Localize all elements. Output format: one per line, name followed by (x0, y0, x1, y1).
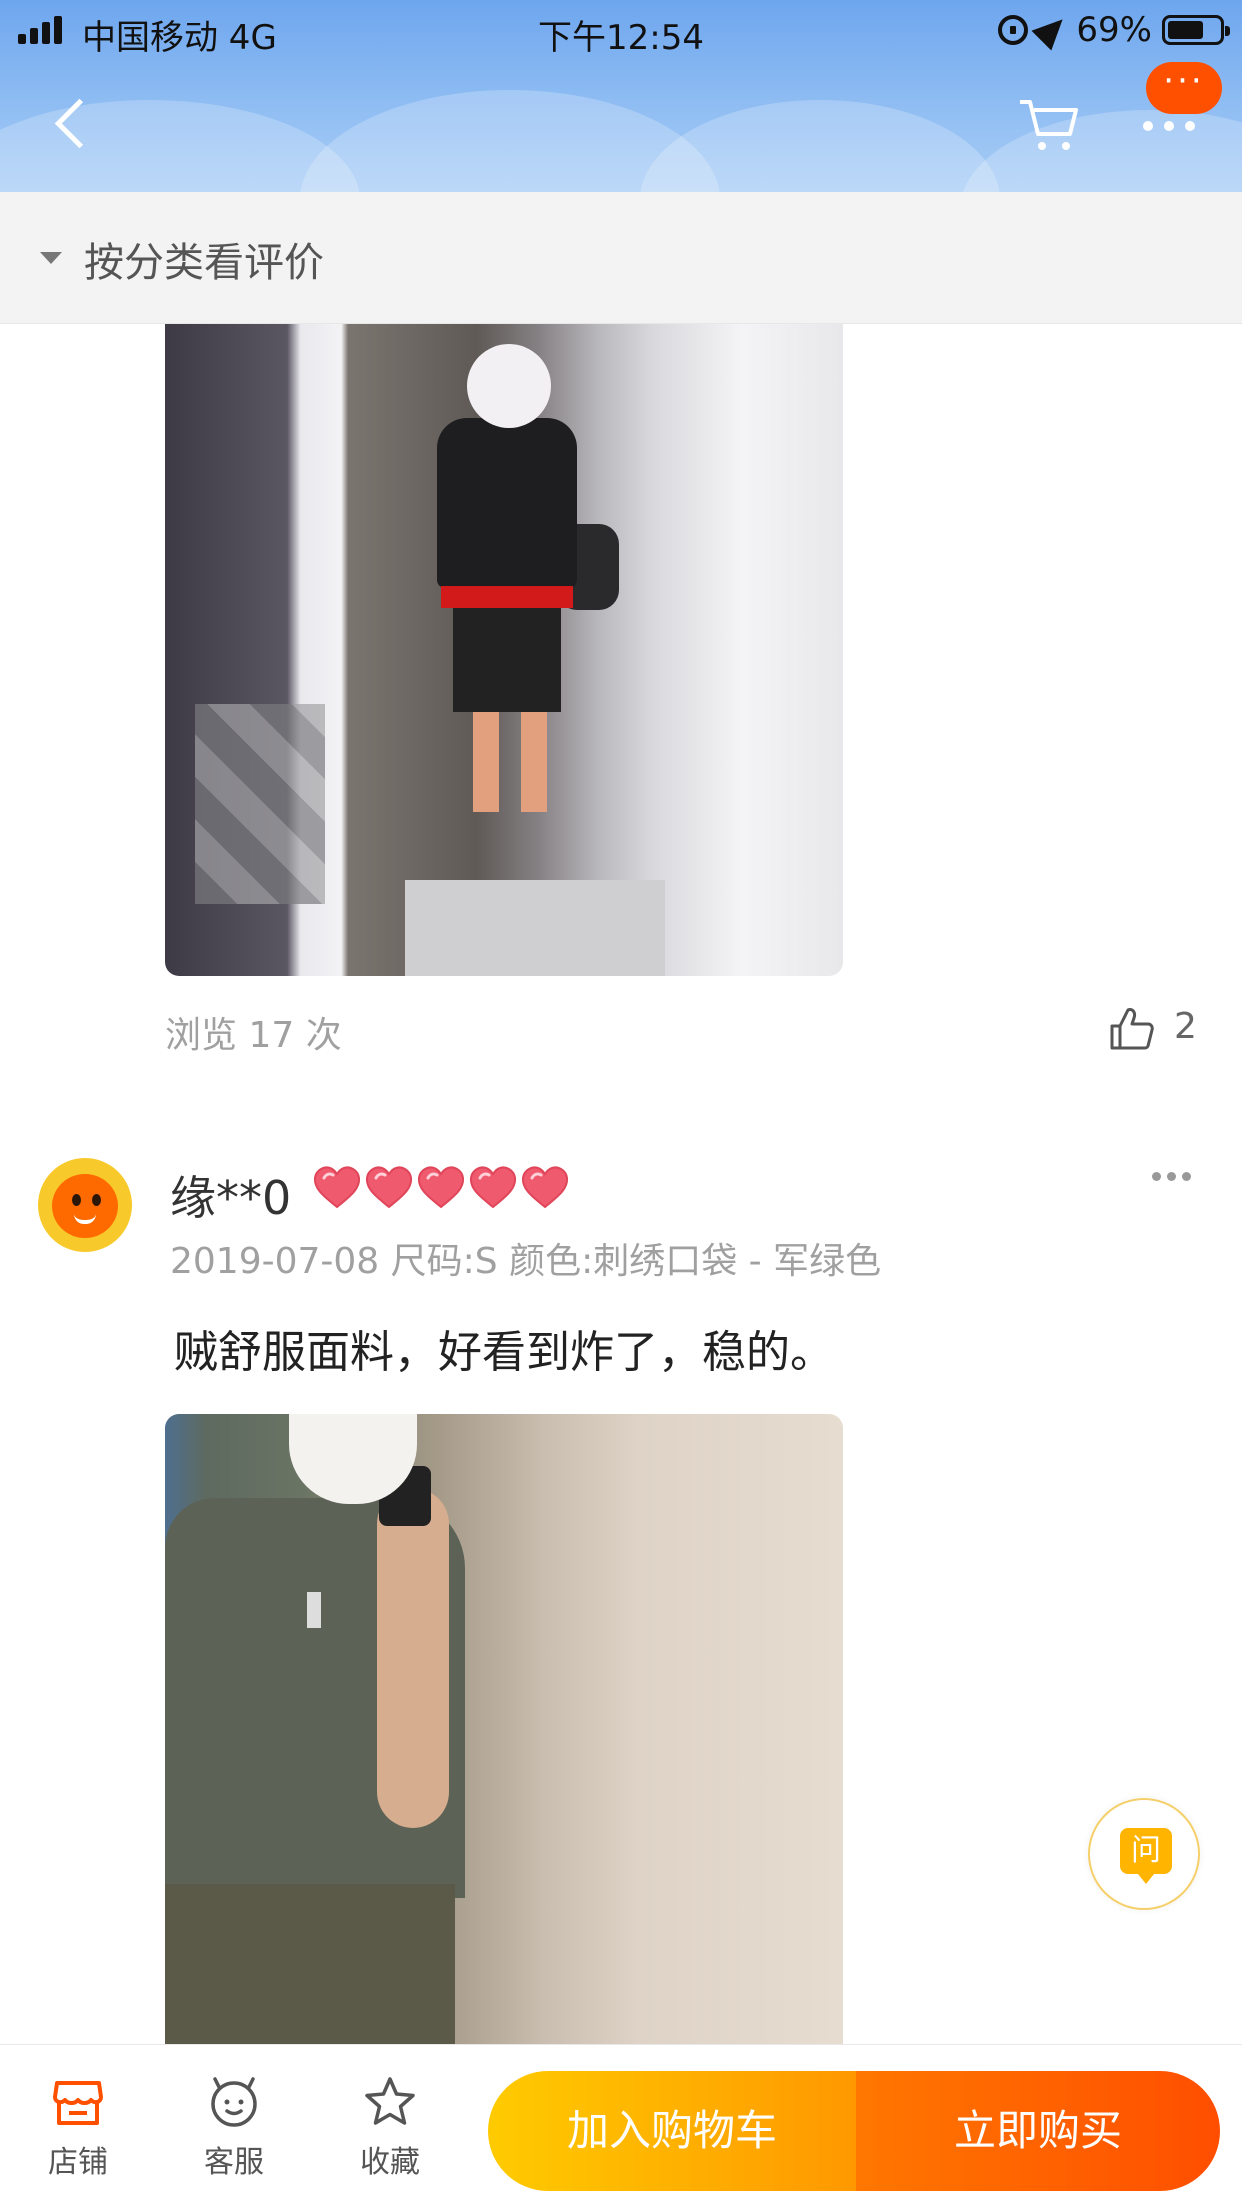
cart-icon[interactable] (1016, 92, 1082, 158)
tab-favorite[interactable]: 收藏 (330, 2075, 450, 2181)
customer-service-icon (211, 2077, 257, 2127)
avatar-eye (92, 1194, 101, 1206)
photo-necklace (307, 1592, 321, 1628)
thumbs-up-icon[interactable] (1108, 1004, 1154, 1052)
photo-leg (473, 712, 499, 812)
photo-person (437, 418, 577, 588)
reviewer-level-hearts (312, 1164, 570, 1210)
caret-down-icon (40, 252, 62, 264)
avatar-eye (72, 1194, 81, 1206)
location-icon (1031, 9, 1073, 51)
tab-shop[interactable]: 店铺 (18, 2075, 138, 2181)
photo-arm (377, 1488, 449, 1828)
top-bar: 中国移动 4G 下午12:54 69% (0, 0, 1242, 192)
cloud-decoration (640, 100, 1000, 192)
avatar[interactable] (38, 1158, 132, 1252)
heart-icon (469, 1166, 517, 1209)
avatar-face (52, 1174, 118, 1238)
ask-button[interactable]: 问 (1088, 1798, 1200, 1910)
add-to-cart-button[interactable]: 加入购物车 (488, 2071, 856, 2191)
reviewer-name: 缘**0 (170, 1171, 292, 1225)
review-photo[interactable] (165, 324, 843, 976)
battery-icon (1162, 15, 1230, 45)
tab-favorite-label: 收藏 (360, 2145, 420, 2180)
battery-percent: 69% (1076, 10, 1152, 50)
store-icon (53, 2081, 103, 2125)
tab-shop-label: 店铺 (48, 2145, 108, 2180)
review-text: 贼舒服面料，好看到炸了，稳的。 (174, 1327, 834, 1378)
tab-service[interactable]: 客服 (174, 2075, 294, 2181)
back-button[interactable] (48, 92, 98, 158)
bottom-bar: 店铺 客服 收藏 加入购物车 立即购买 (0, 2044, 1242, 2208)
photo-shorts (453, 608, 561, 712)
buy-now-button[interactable]: 立即购买 (856, 2071, 1220, 2191)
photo-blur-region (195, 704, 325, 904)
category-filter-bar[interactable]: 按分类看评价 (0, 192, 1242, 324)
heart-icon (365, 1166, 413, 1209)
photo-leg (521, 712, 547, 812)
more-badge[interactable]: ··· (1146, 62, 1222, 114)
photo-face-sticker (467, 344, 551, 428)
orientation-lock-icon (998, 15, 1029, 45)
heart-icon (521, 1166, 569, 1209)
review-photo[interactable] (165, 1414, 843, 2044)
photo-stripe (441, 586, 573, 608)
like-count: 2 (1174, 1006, 1197, 1047)
heart-icon (417, 1166, 465, 1209)
view-count: 浏览 17 次 (165, 1015, 342, 1056)
review-meta: 2019-07-08 尺码:S 颜色:刺绣口袋 - 军绿色 (170, 1241, 882, 1282)
heart-icon (313, 1166, 361, 1209)
review-more-icon[interactable] (1152, 1172, 1196, 1188)
status-right: 69% (998, 9, 1230, 51)
photo-shorts (165, 1884, 455, 2044)
category-filter-label[interactable]: 按分类看评价 (84, 230, 324, 288)
star-icon (365, 2077, 415, 2125)
ask-icon: 问 (1120, 1828, 1172, 1884)
photo-floor (405, 880, 665, 976)
tab-service-label: 客服 (204, 2145, 264, 2180)
status-bar: 中国移动 4G 下午12:54 69% (0, 0, 1242, 60)
